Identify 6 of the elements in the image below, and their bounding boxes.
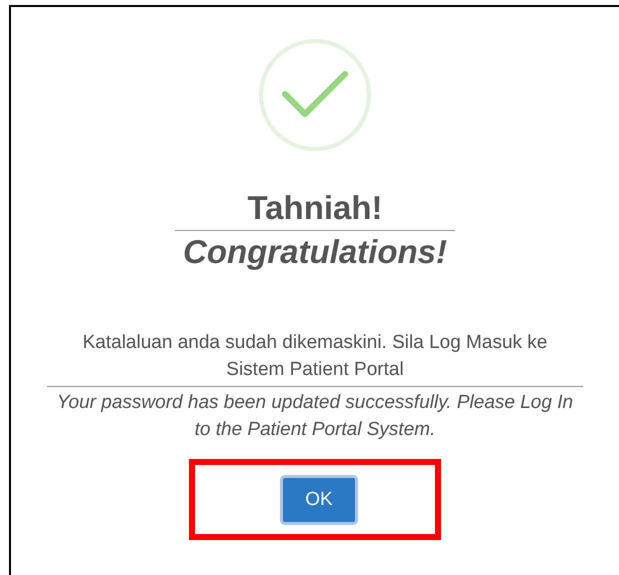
subtitle: Congratulations!: [183, 233, 447, 271]
checkmark-icon: [257, 37, 373, 153]
title: Tahniah!: [247, 189, 383, 227]
message-text: Katalaluan anda sudah dikemaskini. Sila Log Masuk ke Sistem Patient Portal: [82, 331, 548, 382]
message-text: Your password has been updated successfully. Please Log In to the Patient Portal System.: [56, 391, 574, 442]
ok-button[interactable]: OK: [280, 474, 358, 524]
